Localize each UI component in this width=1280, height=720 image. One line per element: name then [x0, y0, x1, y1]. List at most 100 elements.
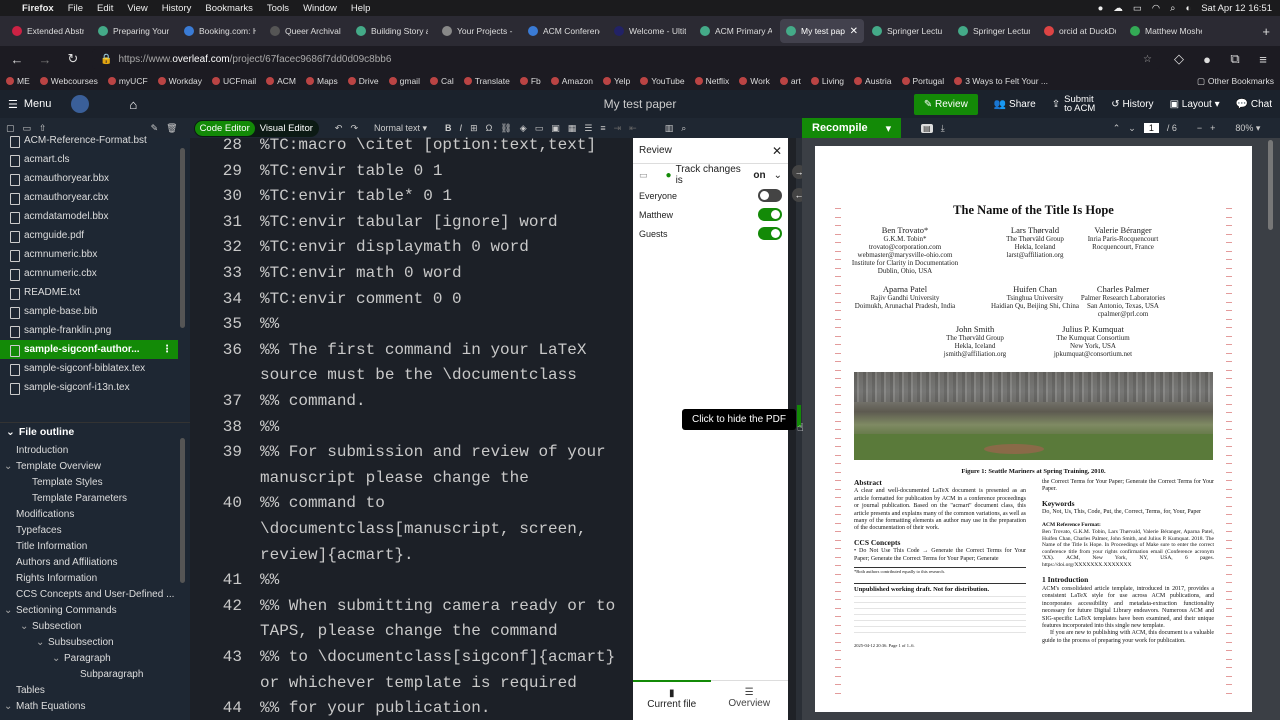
close-tab-icon[interactable]: ✕: [850, 26, 858, 37]
layout-button[interactable]: ▣ Layout ▾: [1170, 99, 1220, 110]
chevron-down-icon[interactable]: ⌄: [52, 653, 64, 664]
close-icon[interactable]: ✕: [772, 144, 782, 158]
file-item[interactable]: sample-sigconf-biblatex.tex: [0, 359, 178, 378]
bookmark-item[interactable]: Workday: [157, 76, 202, 86]
tab-overview[interactable]: ☰ Overview: [711, 681, 789, 720]
page-down-icon[interactable]: ⌄: [1128, 123, 1136, 134]
track-toggle[interactable]: [758, 189, 782, 202]
bookmark-item[interactable]: Work: [739, 76, 770, 86]
outline-item[interactable]: Template Styles: [0, 474, 178, 490]
browser-tab[interactable]: Springer Lectu: [866, 19, 950, 43]
zoom-select[interactable]: 80% ▾: [1235, 123, 1260, 134]
outline-item[interactable]: Introduction: [0, 442, 178, 458]
new-tab-icon[interactable]: +: [1258, 24, 1274, 39]
browser-tab[interactable]: Extended Abstr: [6, 19, 90, 43]
code-line[interactable]: %% for your publication.: [260, 699, 490, 717]
bookmark-item[interactable]: Translate: [463, 76, 510, 86]
menu-item[interactable]: Edit: [97, 3, 113, 14]
file-item[interactable]: sample-base.bib: [0, 302, 178, 321]
bookmark-item[interactable]: ME: [6, 76, 30, 86]
tab-current-file[interactable]: ▮ Current file: [633, 680, 711, 720]
outline-item[interactable]: Authors and Affiliations: [0, 554, 178, 570]
menu-item[interactable]: History: [162, 3, 192, 14]
outline-item[interactable]: ⌄ Subsection: [0, 618, 178, 634]
chat-button[interactable]: 💬 Chat: [1236, 99, 1272, 110]
code-line[interactable]: %TC:envir comment 0 0: [260, 290, 462, 308]
file-item[interactable]: sample-sigconf-i13n.tex: [0, 378, 178, 397]
file-menu-icon[interactable]: ⋮: [162, 344, 172, 355]
chevron-down-icon[interactable]: ⌄: [36, 637, 48, 648]
bookmark-item[interactable]: Yelp: [602, 76, 630, 86]
file-item[interactable]: acmauthoryear.bbx: [0, 169, 178, 188]
code-editor[interactable]: 28 29 30 31 32 33 34 35 36 37 38 39 40 41 42 43 44 %TC:m…: [190, 136, 630, 720]
browser-tab[interactable]: Your Projects - (: [436, 19, 520, 43]
record-icon[interactable]: ●: [1098, 3, 1104, 14]
browser-tab[interactable]: Matthew Moshe: [1124, 19, 1208, 43]
bookmark-item[interactable]: YouTube: [640, 76, 685, 86]
bookmark-item[interactable]: art: [779, 76, 801, 86]
bookmark-item[interactable]: ACM: [266, 76, 296, 86]
menu-app-name[interactable]: Firefox: [22, 3, 54, 14]
code-line[interactable]: %% When submitting camera ready or to: [260, 597, 615, 615]
extensions-icon[interactable]: ⧉: [1226, 51, 1244, 67]
indent-icon[interactable]: ⇥: [614, 123, 622, 134]
ref-icon[interactable]: ◈: [520, 123, 527, 134]
menu-item[interactable]: Tools: [267, 3, 289, 14]
italic-icon[interactable]: I: [460, 123, 463, 133]
toolbar-extra-icon[interactable]: ▥: [665, 123, 674, 134]
acm-logo[interactable]: [71, 95, 90, 113]
browser-tab[interactable]: Springer Lectur: [952, 19, 1036, 43]
download-icon[interactable]: ⤓: [941, 123, 945, 134]
code-line[interactable]: TAPS, please change the command: [260, 622, 558, 640]
bookmark-item[interactable]: Netflix: [694, 76, 729, 86]
find-icon[interactable]: ⌕: [681, 123, 686, 134]
bookmark-item[interactable]: 3 Ways to Felt Your ...: [954, 76, 1048, 86]
outline-item[interactable]: Title Information: [0, 538, 178, 554]
bookmark-item[interactable]: Austria: [854, 76, 892, 86]
code-line[interactable]: %TC:envir displaymath 0 word: [260, 238, 529, 256]
outdent-icon[interactable]: ⇤: [629, 123, 637, 134]
chevron-down-icon[interactable]: ⌄: [774, 170, 782, 181]
address-bar[interactable]: 🔒 https://www.overleaf.com/project/67fac…: [92, 49, 1160, 69]
chevron-down-icon[interactable]: ⌄: [4, 461, 16, 472]
bookmark-item[interactable]: gmail: [388, 76, 420, 86]
code-line[interactable]: %TC:macro \citet [option:text,text]: [260, 136, 596, 154]
file-item[interactable]: acmauthoryear.cbx: [0, 188, 178, 207]
code-line[interactable]: %TC:envir tabular [ignore] word: [260, 213, 558, 231]
text-style-select[interactable]: Normal text ▾: [374, 123, 427, 134]
menu-item[interactable]: Window: [303, 3, 337, 14]
track-changes-row[interactable]: ▭ ● Track changes is on ⌄: [633, 164, 788, 186]
code-line[interactable]: manuscript please change the: [260, 469, 529, 487]
review-button[interactable]: ✎ Review: [913, 93, 978, 115]
bookmark-item[interactable]: Living: [810, 76, 844, 86]
browser-tab[interactable]: Welcome - Ultit: [608, 19, 692, 43]
menu-item[interactable]: Help: [351, 3, 371, 14]
bullet-list-icon[interactable]: ☰: [584, 123, 592, 134]
code-line[interactable]: source must be the \documentclass: [260, 366, 577, 384]
outline-item[interactable]: Tables: [0, 682, 178, 698]
code-line[interactable]: %% command.: [260, 392, 366, 410]
file-item[interactable]: README.txt: [0, 283, 178, 302]
clock[interactable]: Sat Apr 12 16:51: [1201, 3, 1272, 14]
zoom-in-icon[interactable]: +: [1210, 123, 1215, 133]
file-item[interactable]: sample-sigconf-author... ⋮: [0, 340, 178, 359]
bookmark-star-icon[interactable]: ☆: [1143, 54, 1152, 65]
menu-item[interactable]: View: [127, 3, 147, 14]
share-button[interactable]: 👥 Share: [994, 99, 1036, 110]
file-item[interactable]: acmdatamodel.bbx: [0, 207, 178, 226]
battery-icon[interactable]: ▭: [1133, 3, 1142, 14]
other-bookmarks[interactable]: ▢ Other Bookmarks: [1197, 76, 1274, 87]
browser-tab[interactable]: Preparing Your: [92, 19, 176, 43]
pocket-icon[interactable]: ◇: [1170, 51, 1188, 67]
redo-icon[interactable]: ↷: [350, 123, 358, 134]
submit-button[interactable]: ⇪ Submit to ACM: [1052, 95, 1096, 114]
bold-icon[interactable]: B: [445, 123, 452, 133]
code-editor-toggle[interactable]: Code Editor: [194, 120, 255, 136]
section-icon[interactable]: ⊞: [470, 123, 478, 134]
bookmark-item[interactable]: Cal: [429, 76, 454, 86]
outline-item[interactable]: ⌄ Paragraph: [0, 650, 178, 666]
search-icon[interactable]: ⌕: [1170, 3, 1175, 14]
code-line[interactable]: %%: [260, 315, 279, 333]
code-line[interactable]: %TC:envir table 0 1: [260, 162, 442, 180]
bookmark-item[interactable]: Maps: [306, 76, 338, 86]
